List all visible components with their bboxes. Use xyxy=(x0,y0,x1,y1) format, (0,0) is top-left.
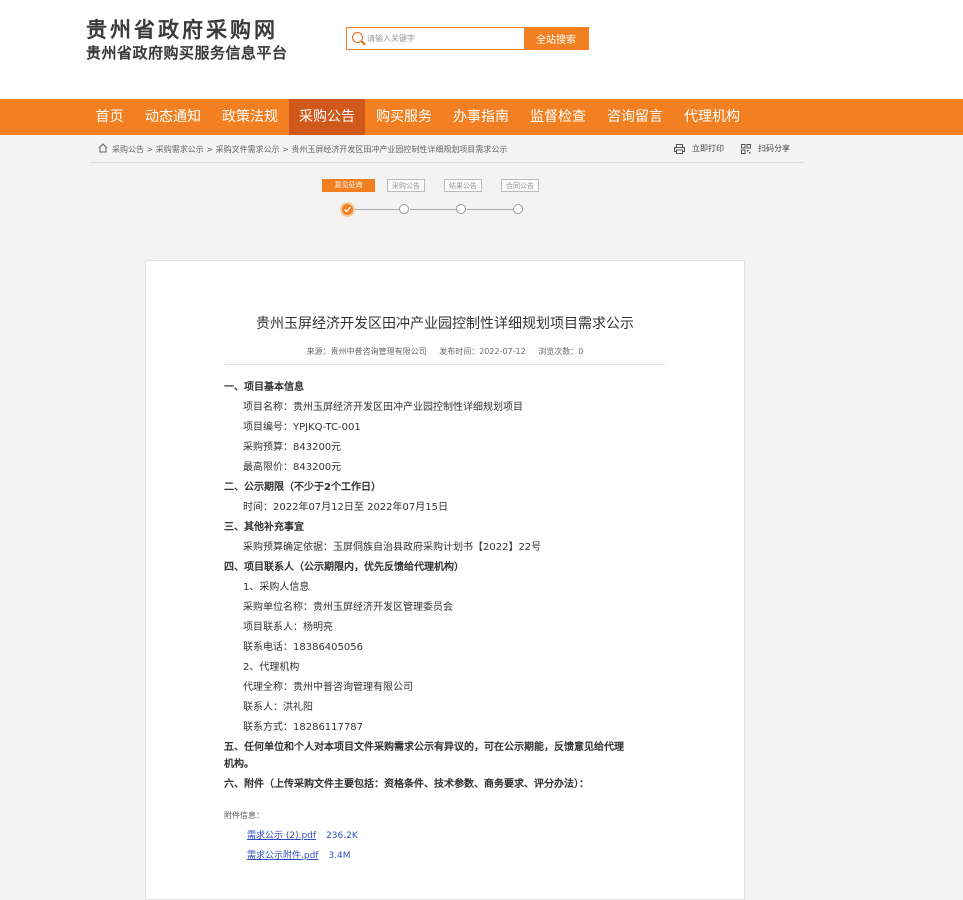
article-title: 贵州玉屏经济开发区田冲产业园控制性详细规划项目需求公示 xyxy=(256,316,634,332)
qr-code-icon xyxy=(741,143,751,154)
step-announcement[interactable]: 采购公告 xyxy=(387,179,425,192)
content-line: 项目名称：贵州玉屏经济开发区田冲产业园控制性详细规划项目 xyxy=(243,402,523,413)
search-box: 全站搜索 xyxy=(346,27,589,50)
share-label: 扫码分享 xyxy=(758,144,790,153)
step-dot xyxy=(456,204,466,214)
section-heading: 三、其他补充事宜 xyxy=(224,522,304,533)
section-heading: 一、项目基本信息 xyxy=(224,382,304,393)
article-meta: 来源：贵州中普咨询管理有限公司 发布时间：2022-07-12 浏览次数：0 xyxy=(224,346,666,365)
step-contract[interactable]: 合同公告 xyxy=(501,179,539,192)
step-consultation[interactable]: 意见征询 xyxy=(322,179,375,192)
search-icon xyxy=(352,32,363,43)
step-dot xyxy=(399,204,409,214)
content-line: 最高限价：843200元 xyxy=(243,462,342,473)
attachment-size: 3.4M xyxy=(328,851,351,861)
main-nav: 首页 动态通知 政策法规 采购公告 购买服务 办事指南 监督检查 咨询留言 代理… xyxy=(0,99,963,135)
search-button[interactable]: 全站搜索 xyxy=(524,28,588,49)
content-line: 项目联系人：杨明亮 xyxy=(243,622,333,633)
attachment-link[interactable]: 需求公示附件.pdf xyxy=(247,851,318,861)
section-heading: 二、公示期限（不少于2个工作日） xyxy=(224,482,381,493)
attachment-item: 需求公示附件.pdf 3.4M xyxy=(247,848,351,861)
share-button[interactable]: 扫码分享 xyxy=(741,143,790,154)
attachments-label: 附件信息： xyxy=(224,811,264,820)
content-line: 采购预算：843200元 xyxy=(243,442,342,453)
step-dot xyxy=(513,204,523,214)
content-line: 联系方式：18286117787 xyxy=(243,722,363,733)
nav-procurement[interactable]: 采购公告 xyxy=(289,99,365,135)
nav-services[interactable]: 购买服务 xyxy=(366,99,442,135)
site-subtitle: 贵州省政府购买服务信息平台 xyxy=(86,44,288,62)
content-line: 代理全称：贵州中普咨询管理有限公司 xyxy=(243,682,413,693)
site-title[interactable]: 贵州省政府采购网 xyxy=(86,14,278,44)
step-check-icon xyxy=(340,202,355,217)
printer-icon xyxy=(674,143,685,154)
step-connector xyxy=(410,209,456,210)
nav-guide[interactable]: 办事指南 xyxy=(443,99,519,135)
content-line: 项目编号：YPJKQ-TC-001 xyxy=(243,422,361,433)
content-line: 1、采购人信息 xyxy=(243,582,310,593)
nav-policy[interactable]: 政策法规 xyxy=(212,99,288,135)
breadcrumb-bar: 采购公告 > 采购需求公示 > 采购文件需求公示 > 贵州玉屏经济开发区田冲产业… xyxy=(90,140,804,163)
attachment-item: 需求公示 (2).pdf 236.2K xyxy=(247,828,358,841)
section-heading: 五、任何单位和个人对本项目文件采购需求公示有异议的，可在公示期能，反馈意见给代理 xyxy=(224,742,624,753)
section-heading: 六、附件（上传采购文件主要包括：资格条件、技术参数、商务要求、评分办法）： xyxy=(224,779,589,790)
attachment-link[interactable]: 需求公示 (2).pdf xyxy=(247,831,316,841)
nav-news[interactable]: 动态通知 xyxy=(136,99,210,135)
content-line: 2、代理机构 xyxy=(243,662,300,673)
content-line: 联系电话：18386405056 xyxy=(243,642,363,653)
nav-supervision[interactable]: 监督检查 xyxy=(520,99,596,135)
search-input[interactable] xyxy=(367,29,522,48)
nav-home[interactable]: 首页 xyxy=(84,99,135,135)
home-icon xyxy=(98,143,108,153)
attachment-size: 236.2K xyxy=(326,831,358,841)
content-line: 采购预算确定依据：玉屏侗族自治县政府采购计划书【2022】22号 xyxy=(243,542,542,553)
article-views: 浏览次数：0 xyxy=(538,347,584,356)
print-label: 立即打印 xyxy=(692,144,724,153)
article-card: 贵州玉屏经济开发区田冲产业园控制性详细规划项目需求公示 来源：贵州中普咨询管理有… xyxy=(145,260,745,900)
article-source: 来源：贵州中普咨询管理有限公司 xyxy=(306,347,427,356)
content-line: 采购单位名称：贵州玉屏经济开发区管理委员会 xyxy=(243,602,453,613)
nav-agency[interactable]: 代理机构 xyxy=(674,99,750,135)
step-connector xyxy=(355,209,399,210)
content-line: 联系人：洪礼阳 xyxy=(243,702,313,713)
article-date: 发布时间：2022-07-12 xyxy=(439,347,526,356)
step-connector xyxy=(467,209,513,210)
nav-consult[interactable]: 咨询留言 xyxy=(597,99,673,135)
content-line: 时间：2022年07月12日至 2022年07月15日 xyxy=(243,502,448,513)
section-heading: 机构。 xyxy=(224,759,254,770)
print-button[interactable]: 立即打印 xyxy=(674,143,724,154)
step-result[interactable]: 结果公告 xyxy=(444,179,482,192)
section-heading: 四、项目联系人（公示期限内，优先反馈给代理机构） xyxy=(224,562,464,573)
breadcrumb[interactable]: 采购公告 > 采购需求公示 > 采购文件需求公示 > 贵州玉屏经济开发区田冲产业… xyxy=(112,144,507,155)
header: 贵州省政府采购网 贵州省政府购买服务信息平台 全站搜索 xyxy=(0,0,963,99)
